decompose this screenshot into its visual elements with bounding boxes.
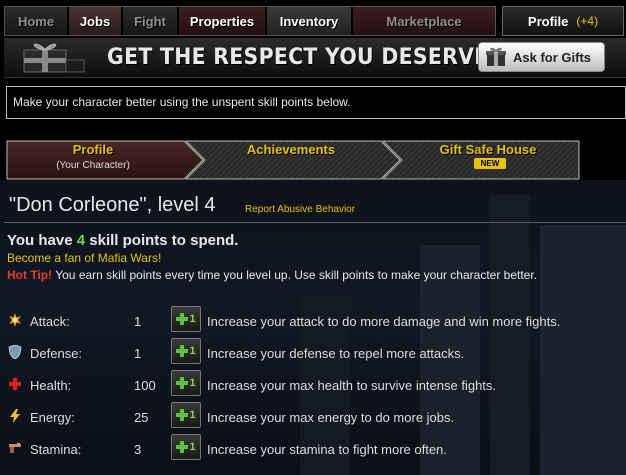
top-nav: Home Jobs Fight Properties Inventory Mar… bbox=[4, 6, 496, 36]
ask-for-gifts-button[interactable]: Ask for Gifts bbox=[478, 42, 605, 72]
skill-points-suffix: skill points to spend. bbox=[89, 232, 239, 249]
add-defense-button[interactable]: 1 bbox=[171, 338, 201, 364]
nav-tab-inventory[interactable]: Inventory bbox=[267, 7, 353, 35]
ask-for-gifts-label: Ask for Gifts bbox=[513, 49, 592, 65]
character-name-level: "Don Corleone", level 4 bbox=[9, 194, 216, 216]
stat-name: Stamina: bbox=[30, 442, 82, 457]
new-badge: NEW bbox=[474, 158, 506, 169]
skill-points-count: 4 bbox=[76, 232, 86, 249]
gift-box-icon bbox=[23, 43, 85, 73]
stat-row-energy: Energy: 25 1 Increase your max energy to… bbox=[0, 402, 626, 434]
add-amount: 1 bbox=[189, 313, 196, 325]
stat-value: 1 bbox=[134, 346, 142, 361]
hot-tip-label: Hot Tip! bbox=[7, 268, 53, 282]
stat-description: Increase your max energy to do more jobs… bbox=[207, 410, 455, 425]
profile-points-badge: (+4) bbox=[576, 14, 599, 28]
nav-tab-home[interactable]: Home bbox=[5, 7, 69, 35]
stat-name: Health: bbox=[30, 378, 72, 393]
plus-icon bbox=[176, 313, 189, 325]
banner: GET THE RESPECT YOU DESERVE! Ask for Gif… bbox=[4, 38, 626, 78]
add-energy-button[interactable]: 1 bbox=[171, 402, 201, 428]
stat-name: Attack: bbox=[30, 314, 70, 329]
subtab-achievements-label: Achievements bbox=[246, 142, 336, 157]
add-stamina-button[interactable]: 1 bbox=[171, 434, 201, 460]
stat-description: Increase your attack to do more damage a… bbox=[207, 314, 561, 329]
banner-title: GET THE RESPECT YOU DESERVE! bbox=[107, 45, 499, 70]
add-amount: 1 bbox=[189, 377, 196, 389]
info-message: Make your character better using the uns… bbox=[6, 86, 626, 119]
nav-tab-marketplace[interactable]: Marketplace bbox=[353, 7, 495, 35]
skill-points-prefix: You have bbox=[7, 232, 73, 249]
nav-tab-fight[interactable]: Fight bbox=[123, 7, 179, 35]
plus-icon bbox=[176, 409, 189, 421]
nav-tab-properties[interactable]: Properties bbox=[179, 7, 267, 35]
add-amount: 1 bbox=[189, 409, 196, 421]
stat-description: Increase your stamina to fight more ofte… bbox=[207, 442, 447, 457]
stat-value: 100 bbox=[134, 378, 156, 393]
add-amount: 1 bbox=[189, 441, 196, 453]
profile-tab[interactable]: Profile (+4) bbox=[502, 6, 624, 36]
add-health-button[interactable]: 1 bbox=[171, 370, 201, 396]
health-cross-icon bbox=[9, 378, 21, 390]
stat-value: 25 bbox=[134, 410, 149, 425]
hot-tip: Hot Tip! You earn skill points every tim… bbox=[7, 268, 537, 282]
stat-name: Defense: bbox=[30, 346, 83, 361]
add-amount: 1 bbox=[189, 345, 196, 357]
profile-tab-label: Profile bbox=[527, 13, 569, 29]
subtab-profile-label: Profile bbox=[72, 142, 114, 157]
nav-tab-jobs[interactable]: Jobs bbox=[69, 7, 123, 35]
plus-icon bbox=[176, 345, 189, 357]
burst-icon bbox=[9, 313, 21, 327]
subtab-gift-safe-house-label: Gift Safe House bbox=[439, 142, 537, 157]
stat-name: Energy: bbox=[30, 410, 75, 425]
gift-icon bbox=[486, 47, 506, 66]
shield-icon bbox=[8, 345, 22, 359]
lightning-icon bbox=[10, 409, 20, 423]
stat-description: Increase your defense to repel more atta… bbox=[207, 346, 465, 361]
become-fan-link[interactable]: Become a fan of Mafia Wars! bbox=[7, 251, 161, 265]
stat-description: Increase your max health to survive inte… bbox=[207, 378, 497, 393]
skill-points-heading: You have 4 skill points to spend. bbox=[7, 232, 238, 249]
stat-row-attack: Attack: 1 1 Increase your attack to do m… bbox=[0, 306, 626, 338]
divider bbox=[4, 222, 626, 223]
stat-row-defense: Defense: 1 1 Increase your defense to re… bbox=[0, 338, 626, 370]
subtab-profile-sublabel: (Your Character) bbox=[56, 160, 130, 171]
hot-tip-text: You earn skill points every time you lev… bbox=[55, 268, 538, 282]
report-abuse-link[interactable]: Report Abusive Behavior bbox=[245, 204, 355, 215]
gun-icon bbox=[9, 443, 21, 453]
stat-row-health: Health: 100 1 Increase your max health t… bbox=[0, 370, 626, 402]
stat-value: 1 bbox=[134, 314, 142, 329]
stat-row-stamina: Stamina: 3 1 Increase your stamina to fi… bbox=[0, 434, 626, 466]
add-attack-button[interactable]: 1 bbox=[171, 306, 201, 332]
plus-icon bbox=[176, 441, 189, 453]
stat-value: 3 bbox=[134, 442, 142, 457]
plus-icon bbox=[176, 377, 189, 389]
